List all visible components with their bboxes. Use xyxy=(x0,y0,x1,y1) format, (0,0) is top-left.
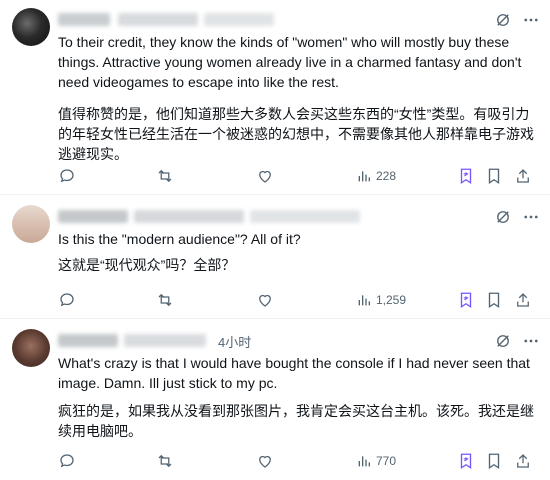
grok-icon[interactable] xyxy=(494,208,512,226)
blurred-handle[interactable] xyxy=(118,13,198,26)
blurred-handle[interactable] xyxy=(134,210,244,223)
translate-icon xyxy=(460,292,472,309)
reply-icon xyxy=(60,293,74,307)
views-icon xyxy=(358,456,370,467)
translate-button[interactable] xyxy=(458,290,474,310)
post-text-en: What's crazy is that I would have bought… xyxy=(58,355,530,391)
views-icon xyxy=(358,295,370,306)
reply-button[interactable] xyxy=(58,290,76,310)
views-count: 1,259 xyxy=(376,293,407,307)
like-button[interactable] xyxy=(256,166,274,186)
blurred-username[interactable] xyxy=(58,13,110,26)
blurred-username[interactable] xyxy=(58,334,118,347)
reply-post[interactable]: Is this the "modern audience"? All of it… xyxy=(0,195,550,319)
post-text-zh: 这就是“现代观众”吗？全部？ xyxy=(58,257,236,273)
share-button[interactable] xyxy=(514,166,532,186)
like-icon xyxy=(259,294,271,307)
bookmark-button[interactable] xyxy=(486,166,502,186)
post-text-en: To their credit, they know the kinds of … xyxy=(58,34,522,90)
views-button[interactable]: 1,259 xyxy=(356,290,406,310)
post-text-en: Is this the "modern audience"? All of it… xyxy=(58,231,301,247)
share-button[interactable] xyxy=(514,290,532,310)
translate-icon xyxy=(460,168,472,185)
views-count: 228 xyxy=(376,169,397,183)
post-header: 4小时 xyxy=(58,331,540,351)
post-actions: 1,259 xyxy=(58,290,536,310)
grok-icon[interactable] xyxy=(494,11,512,29)
like-icon xyxy=(259,170,271,183)
repost-button[interactable] xyxy=(156,451,174,471)
translate-button[interactable] xyxy=(458,451,474,471)
bookmark-icon xyxy=(488,453,500,470)
more-icon[interactable] xyxy=(522,332,540,350)
views-count: 770 xyxy=(376,454,397,468)
post-actions: 770 xyxy=(58,451,536,471)
post-header xyxy=(58,10,540,30)
share-icon xyxy=(517,169,529,183)
like-button[interactable] xyxy=(256,451,274,471)
post-header xyxy=(58,207,540,227)
translate-button[interactable] xyxy=(458,166,474,186)
share-icon xyxy=(517,293,529,307)
reply-icon xyxy=(60,454,74,468)
reply-post[interactable]: 4小时 What's crazy is that I would have bo… xyxy=(0,319,550,480)
repost-button[interactable] xyxy=(156,166,174,186)
grok-icon[interactable] xyxy=(494,332,512,350)
blurred-username[interactable] xyxy=(58,210,128,223)
post-time[interactable]: 4小时 xyxy=(218,332,251,351)
post-text: Is this the "modern audience"? All of it… xyxy=(58,229,540,275)
blurred-handle[interactable] xyxy=(250,210,360,223)
post-text: To their credit, they know the kinds of … xyxy=(58,32,540,164)
blurred-handle[interactable] xyxy=(204,13,274,26)
repost-icon xyxy=(158,293,172,307)
bookmark-button[interactable] xyxy=(486,451,502,471)
post-text-zh: 疯狂的是，如果我从没看到那张图片，我肯定会买这台主机。该死。我还是继续用电脑吧。 xyxy=(58,403,534,439)
comment-feed: To their credit, they know the kinds of … xyxy=(0,0,550,480)
share-icon xyxy=(517,454,529,468)
avatar[interactable] xyxy=(12,329,50,367)
reply-button[interactable] xyxy=(58,166,76,186)
views-button[interactable]: 228 xyxy=(356,166,396,186)
avatar[interactable] xyxy=(12,8,50,46)
bookmark-button[interactable] xyxy=(486,290,502,310)
repost-icon xyxy=(158,454,172,468)
blurred-handle[interactable] xyxy=(124,334,206,347)
more-icon[interactable] xyxy=(522,11,540,29)
views-button[interactable]: 770 xyxy=(356,451,396,471)
share-button[interactable] xyxy=(514,451,532,471)
like-icon xyxy=(259,455,271,468)
more-icon[interactable] xyxy=(522,208,540,226)
post-text: What's crazy is that I would have bought… xyxy=(58,353,540,441)
repost-icon xyxy=(158,169,172,183)
post-text-zh: 值得称赞的是，他们知道那些大多数人会买这些东西的“女性”类型。有吸引力的年轻女性… xyxy=(58,106,534,162)
like-button[interactable] xyxy=(256,290,274,310)
bookmark-icon xyxy=(488,292,500,309)
post-actions: 228 xyxy=(58,166,536,186)
repost-button[interactable] xyxy=(156,290,174,310)
views-icon xyxy=(358,171,370,182)
translate-icon xyxy=(460,453,472,470)
reply-post[interactable]: To their credit, they know the kinds of … xyxy=(0,0,550,195)
reply-button[interactable] xyxy=(58,451,76,471)
reply-icon xyxy=(60,169,74,183)
bookmark-icon xyxy=(488,168,500,185)
avatar[interactable] xyxy=(12,205,50,243)
